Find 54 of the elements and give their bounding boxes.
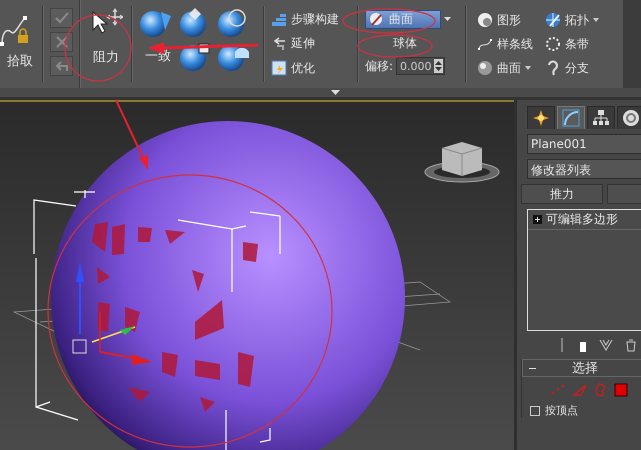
command-tab[interactable]	[587, 106, 615, 129]
grid-ball-icon	[545, 12, 561, 28]
modifier-list-dropdown[interactable]: 修改器列表	[527, 159, 641, 179]
dotted-curve-icon	[477, 37, 493, 51]
undo-arrow-icon	[54, 59, 68, 73]
ball-icon	[477, 12, 493, 28]
offset-label: 偏移:	[365, 58, 394, 74]
shape-tool-item[interactable]: 条带	[545, 34, 617, 54]
element-square-icon[interactable]	[614, 383, 628, 397]
modifier-button[interactable]: 推力	[521, 184, 603, 204]
bar-steps-icon	[271, 12, 287, 27]
reset-button[interactable]	[50, 56, 73, 76]
hierarchy-icon	[592, 109, 610, 127]
expand-caret-icon[interactable]	[331, 90, 340, 95]
object-name-field[interactable]: Plane001	[527, 134, 641, 154]
by-vertex-checkbox[interactable]: 按顶点	[522, 403, 641, 418]
sphere-icon	[477, 60, 493, 76]
arc-curve-icon	[562, 109, 580, 127]
starburst-icon	[533, 110, 549, 126]
drag-label[interactable]: 阻力	[93, 48, 119, 66]
command-tab[interactable]	[527, 106, 555, 129]
stack-item[interactable]: 可编辑多边形	[528, 210, 641, 230]
funnel-icon[interactable]	[599, 338, 613, 352]
expand-icon[interactable]	[533, 215, 542, 224]
shape-tool-item[interactable]: 图形	[477, 10, 545, 30]
confirm-button[interactable]	[50, 8, 73, 28]
dotted-ring-icon	[545, 36, 561, 52]
rollout-header[interactable]: 选择	[522, 359, 641, 377]
rings-icon	[622, 109, 640, 127]
brush-ball-icon	[369, 12, 384, 27]
cancel-button[interactable]	[50, 32, 73, 52]
shape-tool-item[interactable]: 拓扑	[545, 10, 617, 30]
spinner-arrows-icon	[434, 59, 443, 73]
pick-label[interactable]: 拾取	[7, 52, 33, 70]
close-icon	[54, 35, 68, 49]
shape-tool-item[interactable]: 分支	[545, 58, 617, 78]
caret-icon[interactable]	[444, 17, 451, 22]
annotation-arrow	[115, 100, 148, 170]
shape-tool-item[interactable]: 曲面	[477, 58, 545, 78]
viewport[interactable]	[0, 100, 514, 450]
annotation-circle	[64, 14, 132, 82]
command-tab[interactable]	[617, 106, 641, 129]
tool-item[interactable]: 优化	[271, 58, 351, 78]
vertex-dots-icon[interactable]	[550, 383, 566, 397]
hook-curve-icon	[545, 60, 561, 76]
tool-item[interactable]: 延伸	[271, 34, 351, 54]
shape-tool-item[interactable]: 样条线	[477, 34, 545, 54]
offset-spinner[interactable]: 0.000	[396, 57, 445, 75]
check-icon	[54, 11, 70, 25]
panel-bolt-icon	[271, 60, 287, 76]
sphere-button[interactable]: 球体	[365, 33, 445, 53]
trash-icon[interactable]	[625, 338, 637, 352]
curved-arrow-icon	[271, 36, 287, 51]
tool-item[interactable]: 步骤构建	[271, 10, 351, 30]
